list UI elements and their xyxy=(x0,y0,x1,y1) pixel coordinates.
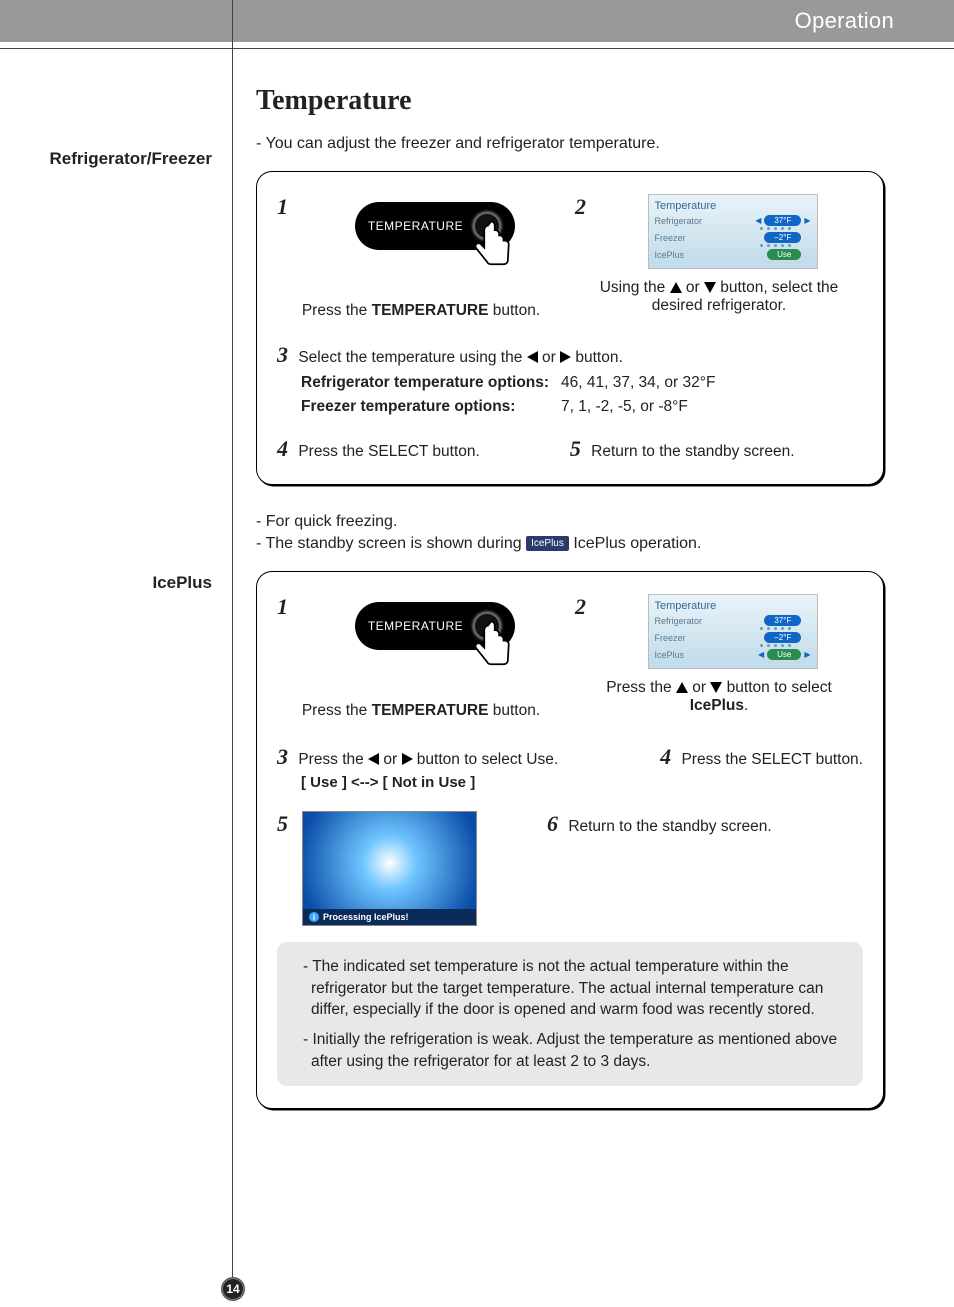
lcd-screen-graphic: Temperature Refrigerator◀37°F▶ Freezer◀−… xyxy=(648,194,818,269)
hand-pointer-icon xyxy=(465,617,521,676)
step4b-line: 4 Press the SELECT button. xyxy=(660,744,863,791)
step2b-caption: Press the or button to select IcePlus. xyxy=(575,679,863,715)
note-2: - Initially the refrigeration is weak. A… xyxy=(295,1029,845,1072)
panel-iceplus: 1 TEMPERATURE Press the xyxy=(256,571,884,1109)
use-toggle-options: [ Use ] <--> [ Not in Use ] xyxy=(277,774,630,791)
note-box: - The indicated set temperature is not t… xyxy=(277,942,863,1086)
lcd-screen-graphic: Temperature Refrigerator◀37°F▶ Freezer◀−… xyxy=(648,594,818,669)
step6-line: 6 Return to the standby screen. xyxy=(547,811,772,837)
temperature-options: Refrigerator temperature options:46, 41,… xyxy=(277,374,863,416)
step-number: 1 xyxy=(277,194,288,220)
side-label-refrigerator-freezer: Refrigerator/Freezer xyxy=(0,149,212,169)
step1b-caption: Press the TEMPERATURE button. xyxy=(277,702,565,720)
vertical-divider xyxy=(232,0,233,1289)
section-header: Operation xyxy=(0,0,954,42)
processing-iceplus-graphic: iProcessing IcePlus! xyxy=(302,811,477,926)
section2-intro1: - For quick freezing. xyxy=(256,513,884,531)
right-arrow-icon xyxy=(402,753,413,765)
temperature-button-label: TEMPERATURE xyxy=(368,219,463,233)
left-arrow-icon xyxy=(527,351,538,363)
down-arrow-icon xyxy=(710,682,722,693)
left-arrow-icon xyxy=(368,753,379,765)
step-number: 2 xyxy=(575,194,586,220)
step3-line: 3 Select the temperature using the or bu… xyxy=(277,342,863,368)
panel-temperature: 1 TEMPERATURE Press the xyxy=(256,171,884,485)
step4-line: 4 Press the SELECT button. xyxy=(277,436,480,462)
step3b-line: 3 Press the or button to select Use. xyxy=(277,744,630,770)
step-number: 5 xyxy=(277,811,288,837)
note-1: - The indicated set temperature is not t… xyxy=(295,956,845,1021)
up-arrow-icon xyxy=(670,282,682,293)
side-label-iceplus: IcePlus xyxy=(0,573,212,593)
lcd-title: Temperature xyxy=(655,200,811,212)
page-number-badge: 14 xyxy=(221,1277,245,1301)
page-title: Temperature xyxy=(256,85,884,117)
iceplus-badge-icon: IcePlus xyxy=(526,536,569,551)
temperature-button-graphic: TEMPERATURE xyxy=(355,202,515,250)
up-arrow-icon xyxy=(676,682,688,693)
step-number: 1 xyxy=(277,594,288,620)
right-arrow-icon xyxy=(560,351,571,363)
temperature-button-graphic: TEMPERATURE xyxy=(355,602,515,650)
step-number: 2 xyxy=(575,594,586,620)
down-arrow-icon xyxy=(704,282,716,293)
step1-caption: Press the TEMPERATURE button. xyxy=(277,302,565,320)
section2-intro2: - The standby screen is shown during Ice… xyxy=(256,535,884,553)
hand-pointer-icon xyxy=(465,217,521,276)
section1-intro: - You can adjust the freezer and refrige… xyxy=(256,135,884,153)
step5-line: 5 Return to the standby screen. xyxy=(570,436,795,462)
step2-caption: Using the or button, select the desired … xyxy=(575,279,863,315)
